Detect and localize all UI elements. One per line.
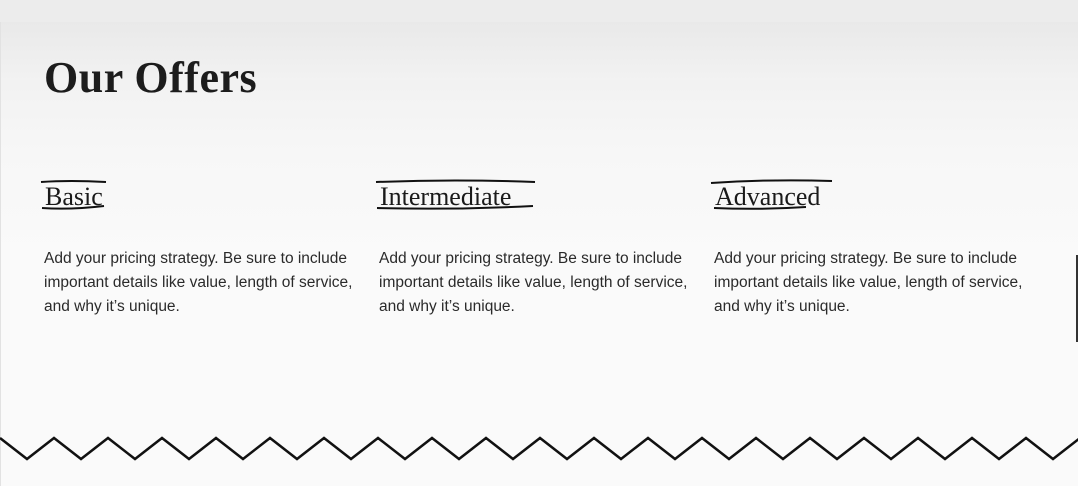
tier-advanced: Advanced Add your pricing strategy. Be s… [710, 179, 1034, 315]
zigzag-divider-icon [0, 436, 1078, 461]
previous-section-band [0, 0, 1078, 22]
offers-section: Our Offers Basic Add your pricing strate… [0, 22, 1078, 486]
tier-advanced-name: Advanced [715, 182, 821, 211]
tier-intermediate: Intermediate Add your pricing strategy. … [375, 179, 699, 315]
tier-intermediate-description: Add your pricing strategy. Be sure to in… [379, 250, 688, 315]
page-title: Our Offers [44, 53, 258, 102]
tier-basic-heading[interactable]: Basic [40, 180, 107, 216]
tier-intermediate-name: Intermediate [380, 182, 512, 211]
tier-advanced-description: Add your pricing strategy. Be sure to in… [714, 250, 1023, 315]
tier-intermediate-heading[interactable]: Intermediate [375, 179, 536, 216]
tier-basic: Basic Add your pricing strategy. Be sure… [40, 180, 364, 315]
tier-basic-description: Add your pricing strategy. Be sure to in… [44, 250, 353, 315]
tier-advanced-heading[interactable]: Advanced [710, 179, 833, 216]
tier-basic-name: Basic [45, 182, 103, 211]
